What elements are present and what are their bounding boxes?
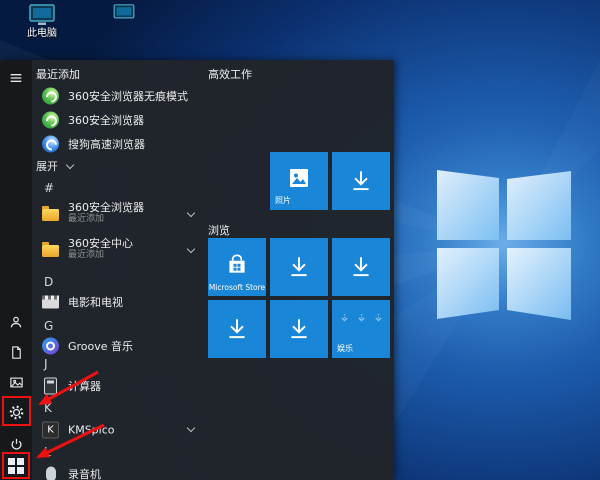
settings-gear-icon bbox=[8, 404, 25, 421]
photos-icon bbox=[287, 166, 311, 190]
start-button[interactable] bbox=[0, 452, 32, 480]
windows-start-icon bbox=[8, 458, 24, 474]
download-arrow-icon bbox=[286, 254, 312, 280]
app-item-movies-tv[interactable]: 电影和电视 bbox=[32, 290, 208, 314]
pending-download-arrows-icon bbox=[332, 313, 390, 326]
360-browser-icon bbox=[42, 112, 59, 129]
tile-downloading-3[interactable] bbox=[332, 238, 390, 296]
desktop-icon-2[interactable] bbox=[100, 4, 148, 22]
app-folder-360-center[interactable]: 360安全中心 最近添加 bbox=[32, 234, 208, 268]
computer-icon bbox=[29, 4, 55, 26]
app-item-kmspico[interactable]: K KMSpico bbox=[32, 418, 208, 442]
tile-photos[interactable]: 照片 bbox=[270, 152, 328, 210]
download-arrow-icon bbox=[286, 316, 312, 342]
sogou-browser-icon bbox=[42, 136, 59, 153]
hamburger-icon bbox=[8, 70, 24, 86]
desktop: 此电脑 bbox=[0, 0, 600, 480]
letter-header-hash[interactable]: # bbox=[44, 178, 68, 198]
tile-downloading-2[interactable] bbox=[270, 238, 328, 296]
tile-entertainment-folder[interactable]: 娱乐 bbox=[332, 300, 390, 358]
letter-header-k[interactable]: K bbox=[44, 398, 68, 418]
user-icon bbox=[8, 314, 24, 330]
expand-menu-button[interactable] bbox=[0, 62, 32, 94]
chevron-down-icon bbox=[187, 245, 195, 253]
letter-header-d[interactable]: D bbox=[44, 272, 68, 292]
app-item-calculator[interactable]: 计算器 bbox=[32, 374, 208, 398]
tile-group-title-browse[interactable]: 浏览 bbox=[208, 222, 230, 238]
documents-button[interactable] bbox=[0, 336, 32, 368]
tile-downloading-1[interactable] bbox=[332, 152, 390, 210]
chevron-down-icon bbox=[187, 424, 195, 432]
tile-group-title-productivity[interactable]: 高效工作 bbox=[208, 66, 252, 82]
expand-recent-button[interactable]: 展开 bbox=[36, 158, 73, 174]
voice-recorder-icon bbox=[46, 467, 56, 480]
letter-header-j[interactable]: J bbox=[44, 354, 68, 374]
tile-microsoft-store[interactable]: Microsoft Store bbox=[208, 238, 266, 296]
desktop-icon-label: 此电脑 bbox=[18, 28, 66, 39]
app-item-sogou-browser[interactable]: 搜狗高速浏览器 bbox=[32, 132, 208, 156]
pictures-button[interactable] bbox=[0, 366, 32, 398]
app-item-voice-recorder[interactable]: 录音机 bbox=[32, 462, 208, 480]
documents-icon bbox=[9, 345, 24, 360]
movies-tv-icon bbox=[42, 296, 59, 309]
app-list: 最近添加 360安全浏览器无痕模式 360安全浏览器 搜狗高速浏览器 展开 # bbox=[32, 60, 208, 480]
download-arrow-icon bbox=[224, 316, 250, 342]
desktop-icon-this-pc[interactable]: 此电脑 bbox=[18, 4, 66, 39]
letter-header-l[interactable]: L bbox=[44, 442, 68, 462]
download-arrow-icon bbox=[348, 168, 374, 194]
tile-area: 高效工作 照片 浏览 bbox=[208, 60, 394, 480]
user-account-button[interactable] bbox=[0, 306, 32, 338]
power-icon bbox=[9, 437, 24, 452]
folder-icon bbox=[42, 209, 59, 221]
tile-downloading-4[interactable] bbox=[208, 300, 266, 358]
monitor-icon bbox=[112, 4, 136, 22]
start-menu-rail bbox=[0, 60, 32, 480]
letter-header-g[interactable]: G bbox=[44, 316, 68, 336]
chevron-down-icon bbox=[66, 160, 74, 168]
start-menu: 最近添加 360安全浏览器无痕模式 360安全浏览器 搜狗高速浏览器 展开 # bbox=[0, 60, 394, 480]
pictures-icon bbox=[9, 375, 24, 390]
microsoft-store-icon bbox=[224, 251, 250, 277]
kmspico-icon: K bbox=[42, 422, 59, 439]
chevron-down-icon bbox=[187, 209, 195, 217]
groove-music-icon bbox=[42, 338, 59, 355]
tile-downloading-5[interactable] bbox=[270, 300, 328, 358]
app-item-360-browser[interactable]: 360安全浏览器 bbox=[32, 108, 208, 132]
app-folder-360-browser[interactable]: 360安全浏览器 最近添加 bbox=[32, 198, 208, 232]
folder-icon bbox=[42, 245, 59, 257]
recent-added-header: 最近添加 bbox=[36, 66, 80, 82]
settings-button[interactable] bbox=[0, 396, 32, 428]
360-browser-incognito-icon bbox=[42, 88, 59, 105]
download-arrow-icon bbox=[348, 254, 374, 280]
calculator-icon bbox=[44, 378, 57, 395]
app-item-360-incognito[interactable]: 360安全浏览器无痕模式 bbox=[32, 84, 208, 108]
